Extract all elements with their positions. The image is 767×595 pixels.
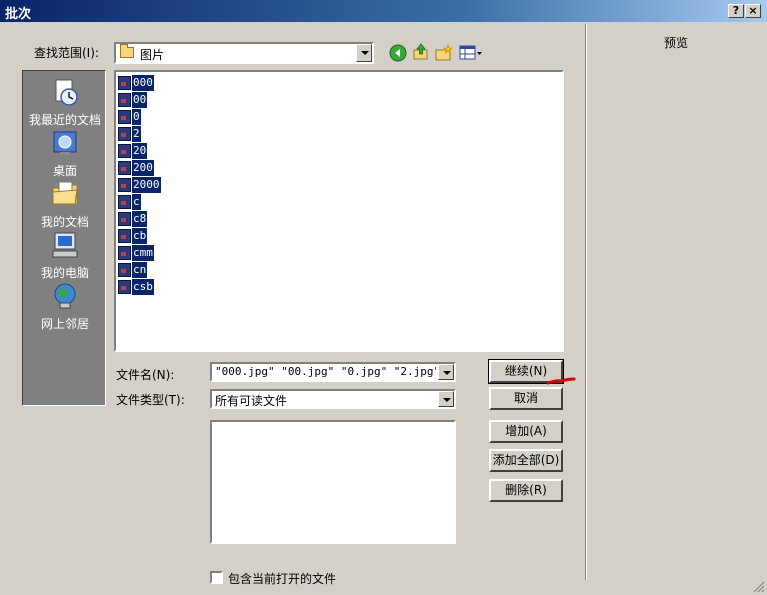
place-label: 我的电脑 <box>40 266 89 280</box>
image-file-icon <box>118 280 131 294</box>
image-file-icon <box>118 127 131 141</box>
title-bar: 批次 ? × <box>0 0 767 22</box>
add-button[interactable]: 增加(A) <box>489 420 563 443</box>
place-recent[interactable]: 我最近的文档 <box>23 77 107 128</box>
filetype-dropdown-button[interactable] <box>438 391 454 407</box>
file-name: 0 <box>132 109 141 125</box>
view-menu-icon[interactable] <box>459 44 483 62</box>
folder-icon <box>120 44 134 58</box>
lookin-select[interactable]: 图片 <box>114 42 374 64</box>
file-name: 00 <box>132 92 148 108</box>
filename-dropdown-button[interactable] <box>438 364 454 380</box>
image-file-icon <box>118 229 131 243</box>
resize-grip-icon[interactable] <box>753 581 765 593</box>
file-list[interactable]: 000 00 0 2 20 200 2000 c c8 cb cmm cn csb <box>114 70 564 352</box>
place-label: 我最近的文档 <box>28 113 101 127</box>
file-name: 200 <box>132 160 154 176</box>
file-name: 2 <box>132 126 141 142</box>
file-name: cmm <box>132 245 154 261</box>
close-button[interactable]: × <box>745 4 761 18</box>
selected-files-list[interactable] <box>210 420 456 544</box>
filetype-select[interactable]: 所有可读文件 <box>210 389 456 409</box>
preview-label: 预览 <box>663 36 688 50</box>
help-button[interactable]: ? <box>728 4 744 18</box>
file-name: 2000 <box>132 177 161 193</box>
include-open-files-label: 包含当前打开的文件 <box>228 572 337 586</box>
filetype-label: 文件类型(T): <box>116 393 185 407</box>
place-desktop[interactable]: 桌面 <box>23 128 107 179</box>
lookin-value: 图片 <box>140 48 165 62</box>
image-file-icon <box>118 161 131 175</box>
file-name: 000 <box>132 75 154 91</box>
place-label: 桌面 <box>52 164 77 178</box>
file-name: csb <box>132 279 154 295</box>
image-file-icon <box>118 110 131 124</box>
network-places-icon <box>54 283 76 309</box>
remove-button[interactable]: 删除(R) <box>489 479 563 502</box>
window-title: 批次 <box>5 7 32 22</box>
new-folder-icon[interactable] <box>435 44 453 62</box>
place-network[interactable]: 网上邻居 <box>23 281 107 332</box>
add-all-button[interactable]: 添加全部(D) <box>489 449 563 472</box>
cancel-button[interactable]: 取消 <box>489 387 563 410</box>
recent-documents-icon <box>55 79 78 106</box>
filetype-value: 所有可读文件 <box>215 394 288 408</box>
file-name: c <box>132 194 141 210</box>
image-file-icon <box>118 246 131 260</box>
image-file-icon <box>118 212 131 226</box>
place-my-documents[interactable]: 我的文档 <box>23 179 107 230</box>
places-bar: 我最近的文档 桌面 我的文档 我的电脑 网上邻居 <box>22 70 106 406</box>
image-file-icon <box>118 93 131 107</box>
up-folder-icon[interactable] <box>412 43 430 61</box>
lookin-dropdown-button[interactable] <box>356 44 372 62</box>
back-icon[interactable] <box>389 44 407 62</box>
file-name: cb <box>132 228 148 244</box>
place-my-computer[interactable]: 我的电脑 <box>23 230 107 281</box>
filename-label: 文件名(N): <box>116 368 175 382</box>
desktop-icon <box>53 131 77 155</box>
image-file-icon <box>118 144 131 158</box>
include-open-files-checkbox[interactable] <box>210 571 223 584</box>
place-label: 网上邻居 <box>40 317 89 331</box>
lookin-label: 查找范围(I): <box>34 46 99 60</box>
filename-input[interactable]: "000.jpg" "00.jpg" "0.jpg" "2.jpg" "20 <box>210 362 456 382</box>
my-documents-icon <box>52 181 78 205</box>
red-annotation-mark <box>546 377 576 385</box>
image-file-icon <box>118 195 131 209</box>
my-computer-icon <box>52 232 78 258</box>
place-label: 我的文档 <box>40 215 89 229</box>
image-file-icon <box>118 76 131 90</box>
image-file-icon <box>118 178 131 192</box>
preview-divider <box>585 24 587 580</box>
image-file-icon <box>118 263 131 277</box>
file-name: c8 <box>132 211 148 227</box>
file-name: cn <box>132 262 148 278</box>
file-name: 20 <box>132 143 148 159</box>
filename-value: "000.jpg" "00.jpg" "0.jpg" "2.jpg" "20 <box>215 365 436 378</box>
